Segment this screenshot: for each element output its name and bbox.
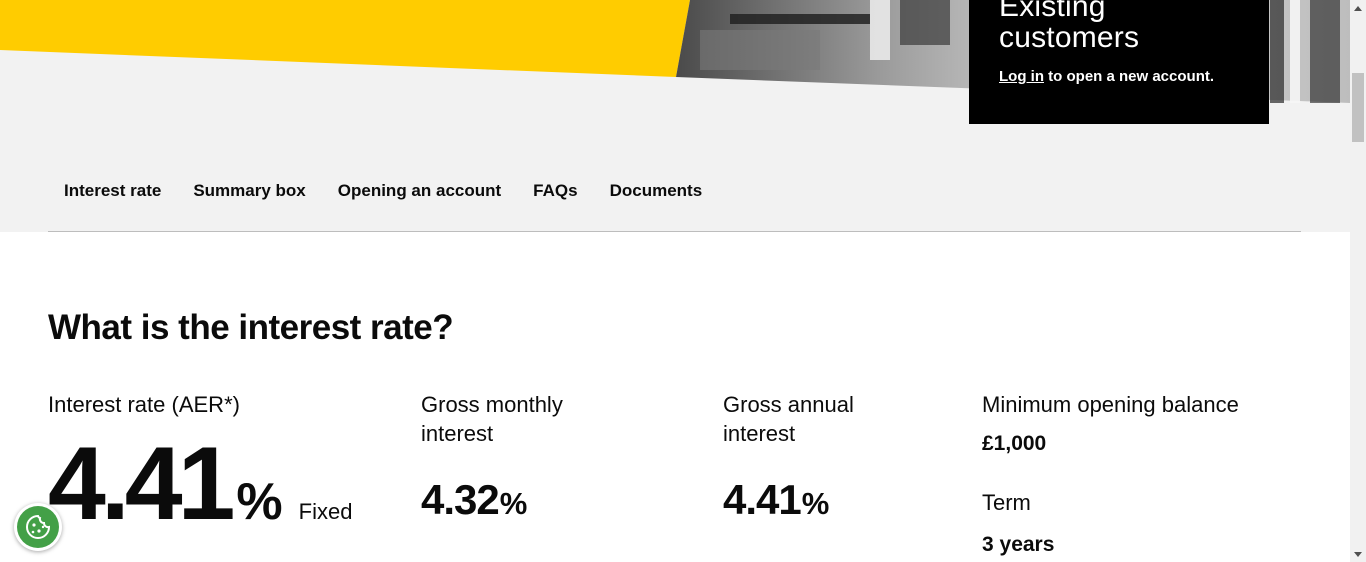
gross-monthly-label-line2: interest (421, 421, 494, 446)
interest-rate-percent: % (236, 473, 283, 531)
title-line-2: customers (999, 21, 1140, 54)
tab-summary-box[interactable]: Summary box (177, 172, 321, 212)
scroll-up-arrow-icon[interactable] (1350, 0, 1366, 16)
login-text: Log in to open a new account. (999, 68, 1239, 85)
term-value: 3 years (982, 533, 1055, 556)
gross-monthly-value: 4.32 % (421, 476, 527, 524)
minimum-balance-value: £1,000 (982, 432, 1047, 455)
interest-rate-label-text: Interest rate (AER*) (48, 392, 240, 417)
interest-rate-label: Interest rate (AER*) (48, 390, 240, 419)
gross-annual-label-line2: interest (723, 421, 796, 446)
gross-annual-percent: % (801, 486, 830, 521)
term-label: Term (982, 490, 1031, 515)
scroll-down-arrow-icon[interactable] (1350, 546, 1366, 562)
scroll-thumb[interactable] (1352, 73, 1364, 142)
gross-monthly-label: Gross monthly interest (421, 390, 563, 448)
interest-rate-number: 4.41 (48, 426, 235, 542)
minimum-balance-label: Minimum opening balance (982, 390, 1239, 419)
gross-monthly-label-line1: Gross monthly (421, 392, 563, 417)
existing-customers-title: Existing customers (999, 0, 1239, 53)
tab-faqs[interactable]: FAQs (517, 172, 593, 212)
gross-annual-label-line1: Gross annual (723, 392, 854, 417)
tab-documents[interactable]: Documents (594, 172, 719, 212)
cookie-icon (17, 506, 59, 548)
minimum-balance-label-text: Minimum opening balance (982, 392, 1239, 417)
rate-type: Fixed (298, 499, 353, 524)
gross-annual-value: 4.41 % (723, 476, 829, 524)
section-tabs: Interest rate Summary box Opening an acc… (48, 172, 1301, 232)
interest-rate-value: 4.41 % Fixed (48, 432, 352, 536)
interest-rate-heading: What is the interest rate? (48, 308, 454, 347)
login-link[interactable]: Log in (999, 68, 1044, 85)
title-line-1: Existing (999, 0, 1106, 23)
page-scrollbar[interactable] (1350, 0, 1366, 562)
gross-annual-number: 4.41 (723, 476, 802, 523)
login-suffix: to open a new account. (1044, 68, 1215, 85)
cookie-settings-button[interactable] (14, 503, 62, 551)
gross-monthly-percent: % (499, 486, 528, 521)
tab-interest-rate[interactable]: Interest rate (48, 172, 177, 212)
gross-annual-label: Gross annual interest (723, 390, 854, 448)
gross-monthly-number: 4.32 (421, 476, 500, 523)
tab-opening-an-account[interactable]: Opening an account (322, 172, 517, 212)
existing-customers-box: Existing customers Log in to open a new … (969, 0, 1269, 124)
